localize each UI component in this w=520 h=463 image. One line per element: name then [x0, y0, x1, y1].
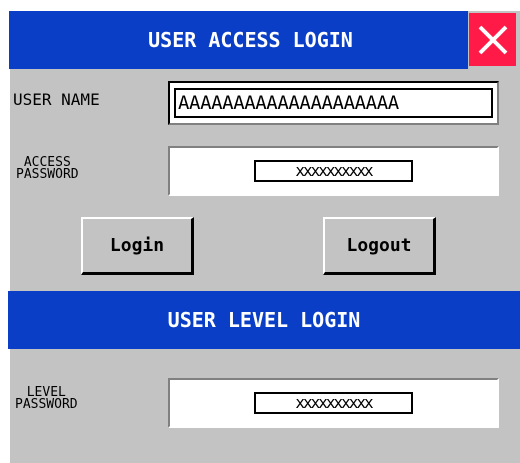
close-icon — [478, 25, 507, 54]
login-button[interactable]: Login — [81, 217, 194, 275]
logout-button[interactable]: Logout — [323, 217, 436, 275]
level-password-label-line2: PASSWORD — [15, 397, 78, 412]
access-password-field[interactable]: xxxxxxxxxx — [168, 146, 499, 196]
user-name-field[interactable]: AAAAAAAAAAAAAAAAAAAA — [168, 81, 499, 125]
user-name-label: USER NAME — [13, 90, 100, 109]
level-password-mask: xxxxxxxxxx — [254, 392, 413, 414]
level-password-field[interactable]: xxxxxxxxxx — [168, 378, 499, 428]
level-password-label: LEVEL PASSWORD — [15, 386, 78, 412]
access-password-mask: xxxxxxxxxx — [254, 160, 413, 182]
access-password-label: ACCESS PASSWORD — [16, 156, 79, 182]
level-login-bar: USER LEVEL LOGIN — [8, 291, 520, 349]
level-login-title: USER LEVEL LOGIN — [167, 308, 361, 332]
dialog-title-bar: USER ACCESS LOGIN — [9, 11, 468, 69]
user-name-input[interactable]: AAAAAAAAAAAAAAAAAAAA — [174, 88, 493, 118]
access-password-label-line2: PASSWORD — [16, 167, 79, 182]
dialog-title: USER ACCESS LOGIN — [148, 28, 353, 52]
close-button[interactable] — [469, 13, 516, 66]
